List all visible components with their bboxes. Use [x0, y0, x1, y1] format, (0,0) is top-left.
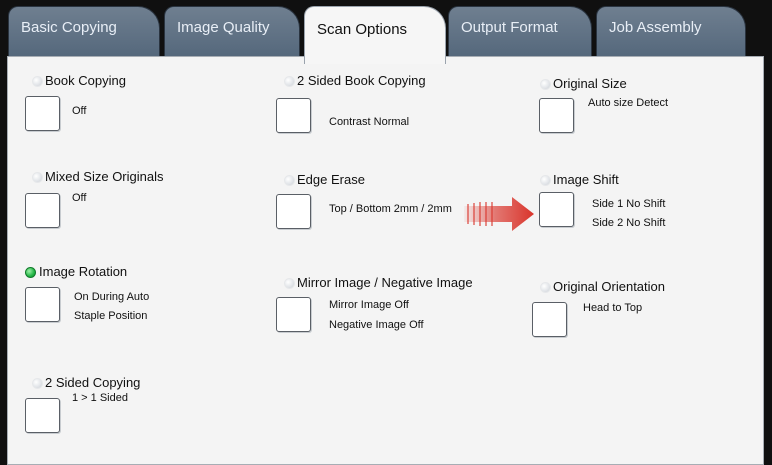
option-value: 1 > 1 Sided [72, 392, 128, 404]
image-shift-button[interactable] [539, 192, 574, 227]
option-title: Image Rotation [39, 264, 128, 279]
tab-label: Scan Options [317, 21, 408, 38]
scan-options-panel: Book Copying Off Mixed Size Originals Of… [7, 56, 764, 465]
tab-label: Job Assembly [609, 19, 702, 36]
original-size-button[interactable] [539, 98, 574, 133]
option-title: 2 Sided Copying [45, 375, 141, 390]
original-orientation-button[interactable] [532, 302, 567, 337]
image-rotation-button[interactable] [25, 287, 60, 322]
option-title: Mirror Image / Negative Image [297, 275, 473, 290]
tab-job-assembly[interactable]: Job Assembly [596, 6, 746, 56]
two-sided-book-copying-radio[interactable] [284, 76, 295, 87]
tab-basic-copying[interactable]: Basic Copying [8, 6, 160, 56]
tab-output-format[interactable]: Output Format [448, 6, 592, 56]
option-value: Auto size Detect [588, 97, 669, 109]
mirror-negative-image-radio[interactable] [284, 278, 295, 289]
option-value: Contrast Normal [329, 116, 410, 128]
image-rotation-radio[interactable] [25, 267, 36, 278]
two-sided-copying-radio[interactable] [32, 378, 43, 389]
option-title: 2 Sided Book Copying [297, 73, 426, 88]
tab-label: Image Quality [177, 19, 270, 36]
option-value: Mirror Image Off [329, 299, 409, 311]
mixed-size-originals-radio[interactable] [32, 172, 43, 183]
option-value: Off [72, 105, 87, 117]
two-sided-book-copying-button[interactable] [276, 98, 311, 133]
option-value: Top / Bottom 2mm / 2mm [329, 203, 452, 215]
book-copying-button[interactable] [25, 96, 60, 131]
tab-label: Basic Copying [21, 19, 117, 36]
two-sided-copying-button[interactable] [25, 398, 60, 433]
edge-erase-radio[interactable] [284, 175, 295, 186]
option-value: On During Auto [74, 291, 150, 303]
red-right-arrow-icon [464, 197, 534, 231]
book-copying-radio[interactable] [32, 76, 43, 87]
option-value: Staple Position [74, 310, 148, 322]
option-value: Side 2 No Shift [592, 217, 666, 229]
option-value: Negative Image Off [329, 319, 424, 331]
tab-label: Output Format [461, 19, 558, 36]
tab-image-quality[interactable]: Image Quality [164, 6, 300, 56]
option-title: Edge Erase [297, 172, 365, 187]
option-title: Mixed Size Originals [45, 169, 164, 184]
option-title: Original Size [553, 76, 627, 91]
option-title: Original Orientation [553, 279, 665, 294]
image-shift-radio[interactable] [540, 175, 551, 186]
app-window: Basic Copying Image Quality Scan Options… [0, 0, 772, 465]
option-title: Book Copying [45, 73, 126, 88]
option-title: Image Shift [553, 172, 619, 187]
edge-erase-button[interactable] [276, 194, 311, 229]
mirror-negative-image-button[interactable] [276, 297, 311, 332]
option-value: Off [72, 192, 87, 204]
original-orientation-radio[interactable] [540, 282, 551, 293]
option-value: Side 1 No Shift [592, 198, 666, 210]
original-size-radio[interactable] [540, 79, 551, 90]
option-value: Head to Top [583, 302, 643, 314]
tab-scan-options[interactable]: Scan Options [304, 6, 446, 64]
mixed-size-originals-button[interactable] [25, 193, 60, 228]
